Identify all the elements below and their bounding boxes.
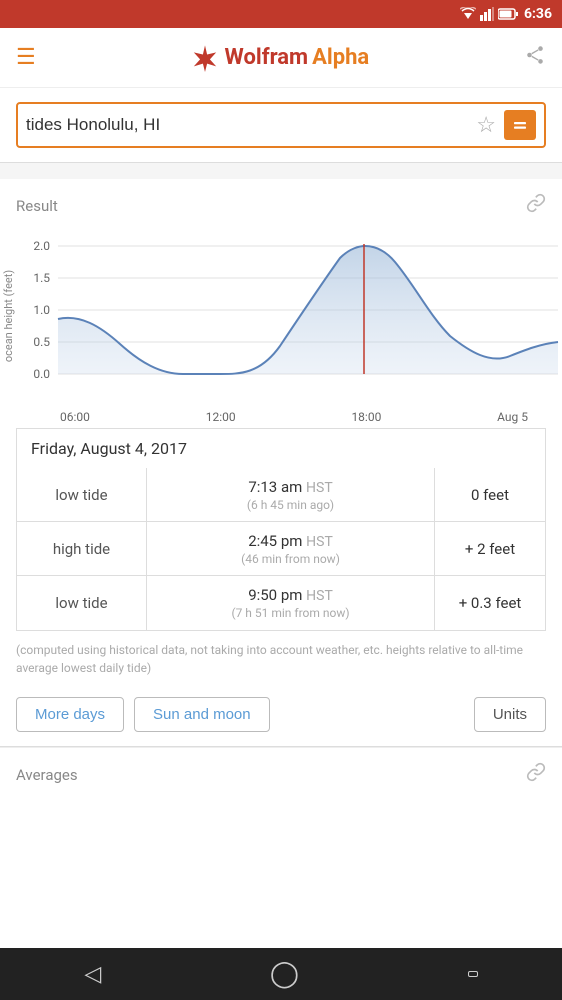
search-input[interactable]	[26, 115, 476, 135]
link-icon[interactable]	[526, 193, 546, 218]
search-container: ☆	[0, 88, 562, 162]
section-gap	[0, 163, 562, 179]
tide-chart-svg: 2.0 1.5 1.0 0.5 0.0 ocean height (feet)	[0, 226, 562, 406]
status-bar: 6:36	[0, 0, 562, 28]
svg-text:1.5: 1.5	[33, 271, 50, 285]
tide-type: low tide	[55, 594, 107, 612]
action-buttons: More days Sun and moon Units	[0, 687, 562, 746]
tide-chart: 2.0 1.5 1.0 0.5 0.0 ocean height (feet)	[0, 226, 562, 406]
equals-icon	[511, 116, 529, 134]
tide-type-cell: low tide	[17, 468, 147, 521]
share-icon[interactable]	[524, 44, 546, 71]
battery-icon	[498, 8, 518, 20]
tide-time-cell: 7:13 am HST (6 h 45 min ago)	[147, 468, 435, 521]
tide-time: 7:13 am HST	[248, 478, 332, 496]
tide-value-cell: + 0.3 feet	[435, 576, 545, 630]
svg-text:0.5: 0.5	[33, 335, 50, 349]
more-days-button[interactable]: More days	[16, 697, 124, 732]
tide-ago: (46 min from now)	[241, 552, 340, 566]
tide-time-cell: 9:50 pm HST (7 h 51 min from now)	[147, 576, 435, 630]
tide-ago: (7 h 51 min from now)	[231, 606, 349, 620]
svg-text:1.0: 1.0	[33, 303, 50, 317]
logo: Wolfram Alpha	[191, 44, 370, 72]
tide-table: low tide 7:13 am HST (6 h 45 min ago) 0 …	[16, 468, 546, 631]
tide-type: high tide	[53, 540, 110, 558]
tide-value: + 0.3 feet	[459, 594, 522, 612]
compute-button[interactable]	[504, 110, 536, 140]
result-label: Result	[16, 197, 58, 215]
tide-type: low tide	[55, 486, 107, 504]
tide-type-cell: low tide	[17, 576, 147, 630]
tide-ago: (6 h 45 min ago)	[247, 498, 334, 512]
recents-button[interactable]	[468, 971, 478, 977]
signal-icon	[480, 7, 494, 21]
tide-time: 9:50 pm HST	[248, 586, 333, 604]
status-icons	[460, 7, 518, 21]
tide-value-cell: 0 feet	[435, 468, 545, 521]
favorite-icon[interactable]: ☆	[476, 113, 496, 138]
logo-wolfram: Wolfram	[225, 45, 309, 70]
logo-alpha: Alpha	[312, 45, 369, 70]
table-row: high tide 2:45 pm HST (46 min from now) …	[17, 522, 545, 576]
date-row: Friday, August 4, 2017	[16, 428, 546, 468]
sun-moon-button[interactable]: Sun and moon	[134, 697, 270, 732]
top-bar: ☰ Wolfram Alpha	[0, 28, 562, 88]
svg-text:2.0: 2.0	[33, 239, 50, 253]
wifi-icon	[460, 7, 476, 21]
tide-value: 0 feet	[471, 486, 509, 504]
wolfram-star-icon	[191, 44, 219, 72]
time-label-1800: 18:00	[351, 410, 381, 424]
search-box: ☆	[16, 102, 546, 148]
tide-type-cell: high tide	[17, 522, 147, 575]
averages-header: Averages	[0, 747, 562, 797]
tide-value-cell: + 2 feet	[435, 522, 545, 575]
svg-text:0.0: 0.0	[33, 367, 50, 381]
svg-text:ocean height (feet): ocean height (feet)	[2, 270, 15, 363]
note-text: (computed using historical data, not tak…	[16, 641, 546, 677]
table-row: low tide 9:50 pm HST (7 h 51 min from no…	[17, 576, 545, 630]
units-button[interactable]: Units	[474, 697, 546, 732]
averages-label: Averages	[16, 766, 78, 784]
tide-value: + 2 feet	[465, 540, 515, 558]
hamburger-icon[interactable]: ☰	[16, 45, 36, 70]
time-label-0600: 06:00	[60, 410, 90, 424]
result-date: Friday, August 4, 2017	[31, 439, 187, 458]
time-label-aug5: Aug 5	[497, 410, 528, 424]
time-axis: 06:00 12:00 18:00 Aug 5	[0, 406, 562, 428]
averages-link-icon[interactable]	[526, 762, 546, 787]
home-button[interactable]: ◯	[270, 959, 299, 989]
table-row: low tide 7:13 am HST (6 h 45 min ago) 0 …	[17, 468, 545, 522]
tide-time: 2:45 pm HST	[248, 532, 333, 550]
bottom-nav: ◁ ◯	[0, 948, 562, 1000]
result-header: Result	[0, 179, 562, 226]
time-label-1200: 12:00	[206, 410, 236, 424]
status-time: 6:36	[524, 6, 552, 22]
tide-time-cell: 2:45 pm HST (46 min from now)	[147, 522, 435, 575]
back-button[interactable]: ◁	[84, 962, 101, 987]
